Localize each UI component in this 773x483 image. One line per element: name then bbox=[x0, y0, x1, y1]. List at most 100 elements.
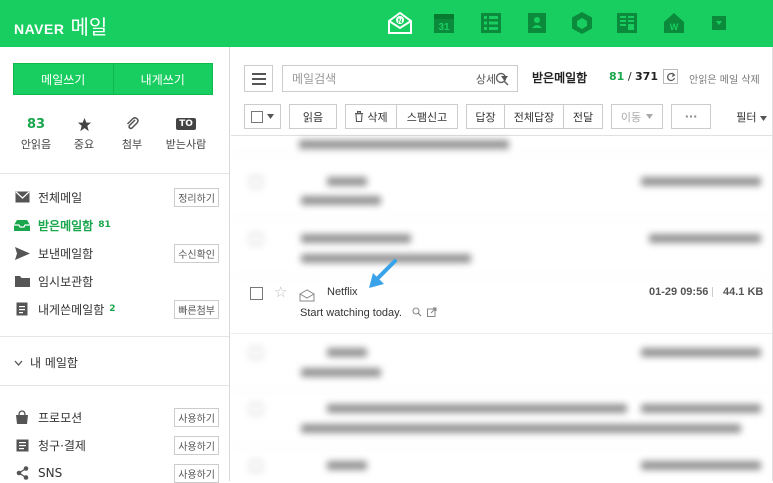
sidebar-divider bbox=[0, 173, 229, 174]
mark-read-button[interactable]: 읽음 bbox=[289, 104, 337, 129]
sidebar-item-label: 내게쓴메일함 bbox=[38, 302, 105, 317]
quick-important[interactable]: 중요 bbox=[60, 115, 108, 152]
checkbox-icon bbox=[250, 176, 262, 188]
chevron-down-icon bbox=[14, 360, 23, 366]
list-item[interactable] bbox=[231, 335, 773, 390]
svg-text:31: 31 bbox=[438, 22, 450, 33]
filter-dropdown[interactable]: 필터 bbox=[736, 109, 767, 125]
mail-checkbox[interactable] bbox=[250, 287, 263, 300]
search-input[interactable] bbox=[283, 66, 487, 91]
hamburger-icon-line bbox=[251, 82, 266, 85]
sidebar-item-label: SNS bbox=[38, 466, 63, 480]
sidebar-item-label: 받은메일함 bbox=[38, 218, 94, 233]
sidebar-item-sent[interactable]: 보낸메일함 수신확인 bbox=[14, 243, 219, 263]
blurred-text bbox=[301, 196, 381, 205]
attach-label: 첨부 bbox=[121, 138, 143, 151]
naver-logo-text: NAVER bbox=[14, 21, 65, 37]
subject-actions bbox=[412, 307, 437, 317]
shopping-bag-icon bbox=[14, 410, 30, 424]
contacts-list-app-icon[interactable] bbox=[477, 8, 505, 38]
pointer-arrow-icon bbox=[369, 259, 397, 288]
total-mail-count: 371 bbox=[635, 70, 658, 83]
naver-mail-logo[interactable]: NAVER 메일 bbox=[14, 11, 107, 40]
quick-attach-button[interactable]: 빠른첨부 bbox=[174, 300, 219, 319]
reply-all-button[interactable]: 전체답장 bbox=[504, 104, 564, 129]
checkbox-icon bbox=[250, 347, 262, 359]
use-button[interactable]: 사용하기 bbox=[174, 408, 219, 427]
read-receipt-button[interactable]: 수신확인 bbox=[174, 244, 219, 263]
list-item[interactable] bbox=[231, 136, 773, 154]
unread-label: 안읽음 bbox=[20, 138, 52, 151]
star-icon[interactable]: ☆ bbox=[274, 283, 287, 301]
caret-down-icon bbox=[760, 116, 767, 121]
sidebar-item-drafts[interactable]: 임시보관함 bbox=[14, 271, 219, 291]
memo-app-icon[interactable] bbox=[613, 8, 641, 38]
more-app-icon[interactable] bbox=[705, 8, 733, 38]
hamburger-icon bbox=[251, 72, 266, 75]
mailbox-title: 받은메일함 bbox=[532, 71, 588, 85]
list-item[interactable] bbox=[231, 221, 773, 277]
document-icon bbox=[14, 302, 30, 316]
mail-list-panel: 상세 받은메일함 81 / 371 안읽은 메일 삭제 읽음 삭제 스팸신고 답… bbox=[231, 47, 773, 481]
address-book-app-icon[interactable] bbox=[523, 8, 551, 38]
write-to-self-button[interactable]: 내게쓰기 bbox=[113, 64, 212, 94]
sidebar-item-sns[interactable]: SNS 사용하기 bbox=[14, 463, 219, 483]
menu-toggle-button[interactable] bbox=[244, 65, 273, 92]
folder-icon bbox=[14, 274, 30, 288]
quick-filters: 83 안읽음 중요 첨부 TO 받는사람 bbox=[10, 115, 220, 152]
more-button[interactable]: ··· bbox=[671, 104, 711, 129]
blurred-text bbox=[299, 140, 509, 149]
mail-app-icon[interactable]: N bbox=[386, 8, 414, 38]
home-app-icon[interactable]: W bbox=[660, 8, 688, 38]
spam-report-button[interactable]: 스팸신고 bbox=[396, 104, 458, 129]
hamburger-icon-line bbox=[251, 77, 266, 80]
reply-button[interactable]: 답장 bbox=[466, 104, 505, 129]
list-item[interactable] bbox=[231, 164, 773, 218]
mail-row-netflix[interactable]: ☆ Netflix 01-29 09:56 44.1 KB Start watc… bbox=[231, 278, 773, 334]
delete-label: 삭제 bbox=[367, 110, 388, 124]
select-all-checkbox[interactable] bbox=[244, 104, 281, 129]
calendar-app-icon[interactable]: 31 bbox=[430, 8, 458, 38]
sidebar-item-inbox[interactable]: 받은메일함 81 bbox=[14, 215, 219, 235]
sidebar-item-billing[interactable]: 청구·결제 사용하기 bbox=[14, 435, 219, 455]
forward-button[interactable]: 전달 bbox=[563, 104, 603, 129]
caret-down-icon bbox=[646, 114, 654, 119]
preview-search-icon[interactable] bbox=[412, 307, 422, 317]
blurred-text bbox=[649, 234, 761, 243]
receipt-icon bbox=[14, 438, 30, 452]
cleanup-button[interactable]: 정리하기 bbox=[174, 188, 219, 207]
mail-subject[interactable]: Start watching today. bbox=[300, 307, 402, 319]
blurred-text bbox=[301, 424, 741, 433]
write-mail-button[interactable]: 메일쓰기 bbox=[14, 64, 114, 94]
sidebar-item-all-mail[interactable]: 전체메일 정리하기 bbox=[14, 187, 219, 207]
mail-sender[interactable]: Netflix bbox=[327, 286, 358, 298]
important-label: 중요 bbox=[73, 138, 95, 151]
svg-text:W: W bbox=[670, 22, 679, 32]
list-item[interactable] bbox=[231, 391, 773, 447]
write-buttons: 메일쓰기 내게쓰기 bbox=[13, 63, 213, 95]
sidebar-item-promotion[interactable]: 프로모션 사용하기 bbox=[14, 407, 219, 427]
quick-attach[interactable]: 첨부 bbox=[108, 115, 156, 152]
blurred-text bbox=[327, 177, 367, 186]
refresh-icon[interactable] bbox=[663, 69, 678, 84]
delete-button[interactable]: 삭제 bbox=[345, 104, 397, 129]
move-dropdown[interactable]: 이동 bbox=[611, 104, 663, 129]
use-button[interactable]: 사용하기 bbox=[174, 436, 219, 455]
checkbox-icon bbox=[250, 403, 262, 415]
open-new-window-icon[interactable] bbox=[427, 307, 437, 317]
top-bar: NAVER 메일 N 31 W bbox=[0, 0, 773, 47]
blurred-text bbox=[641, 461, 761, 470]
delete-unread-link[interactable]: 안읽은 메일 삭제 bbox=[689, 71, 760, 86]
use-button[interactable]: 사용하기 bbox=[174, 464, 219, 483]
send-icon bbox=[14, 246, 30, 260]
quick-unread[interactable]: 83 안읽음 bbox=[12, 115, 60, 152]
sidebar-item-self-mail[interactable]: 내게쓴메일함 2 빠른첨부 bbox=[14, 299, 219, 319]
blurred-text bbox=[327, 404, 627, 413]
my-mailbox-toggle[interactable]: 내 메일함 bbox=[14, 354, 78, 371]
filter-label: 필터 bbox=[736, 111, 757, 124]
list-item[interactable] bbox=[231, 448, 773, 482]
quick-to-me[interactable]: TO 받는사람 bbox=[158, 115, 214, 152]
cube-app-icon[interactable] bbox=[568, 8, 596, 38]
detail-search-dropdown[interactable]: 상세 bbox=[467, 65, 518, 92]
count-separator: / bbox=[627, 70, 632, 83]
